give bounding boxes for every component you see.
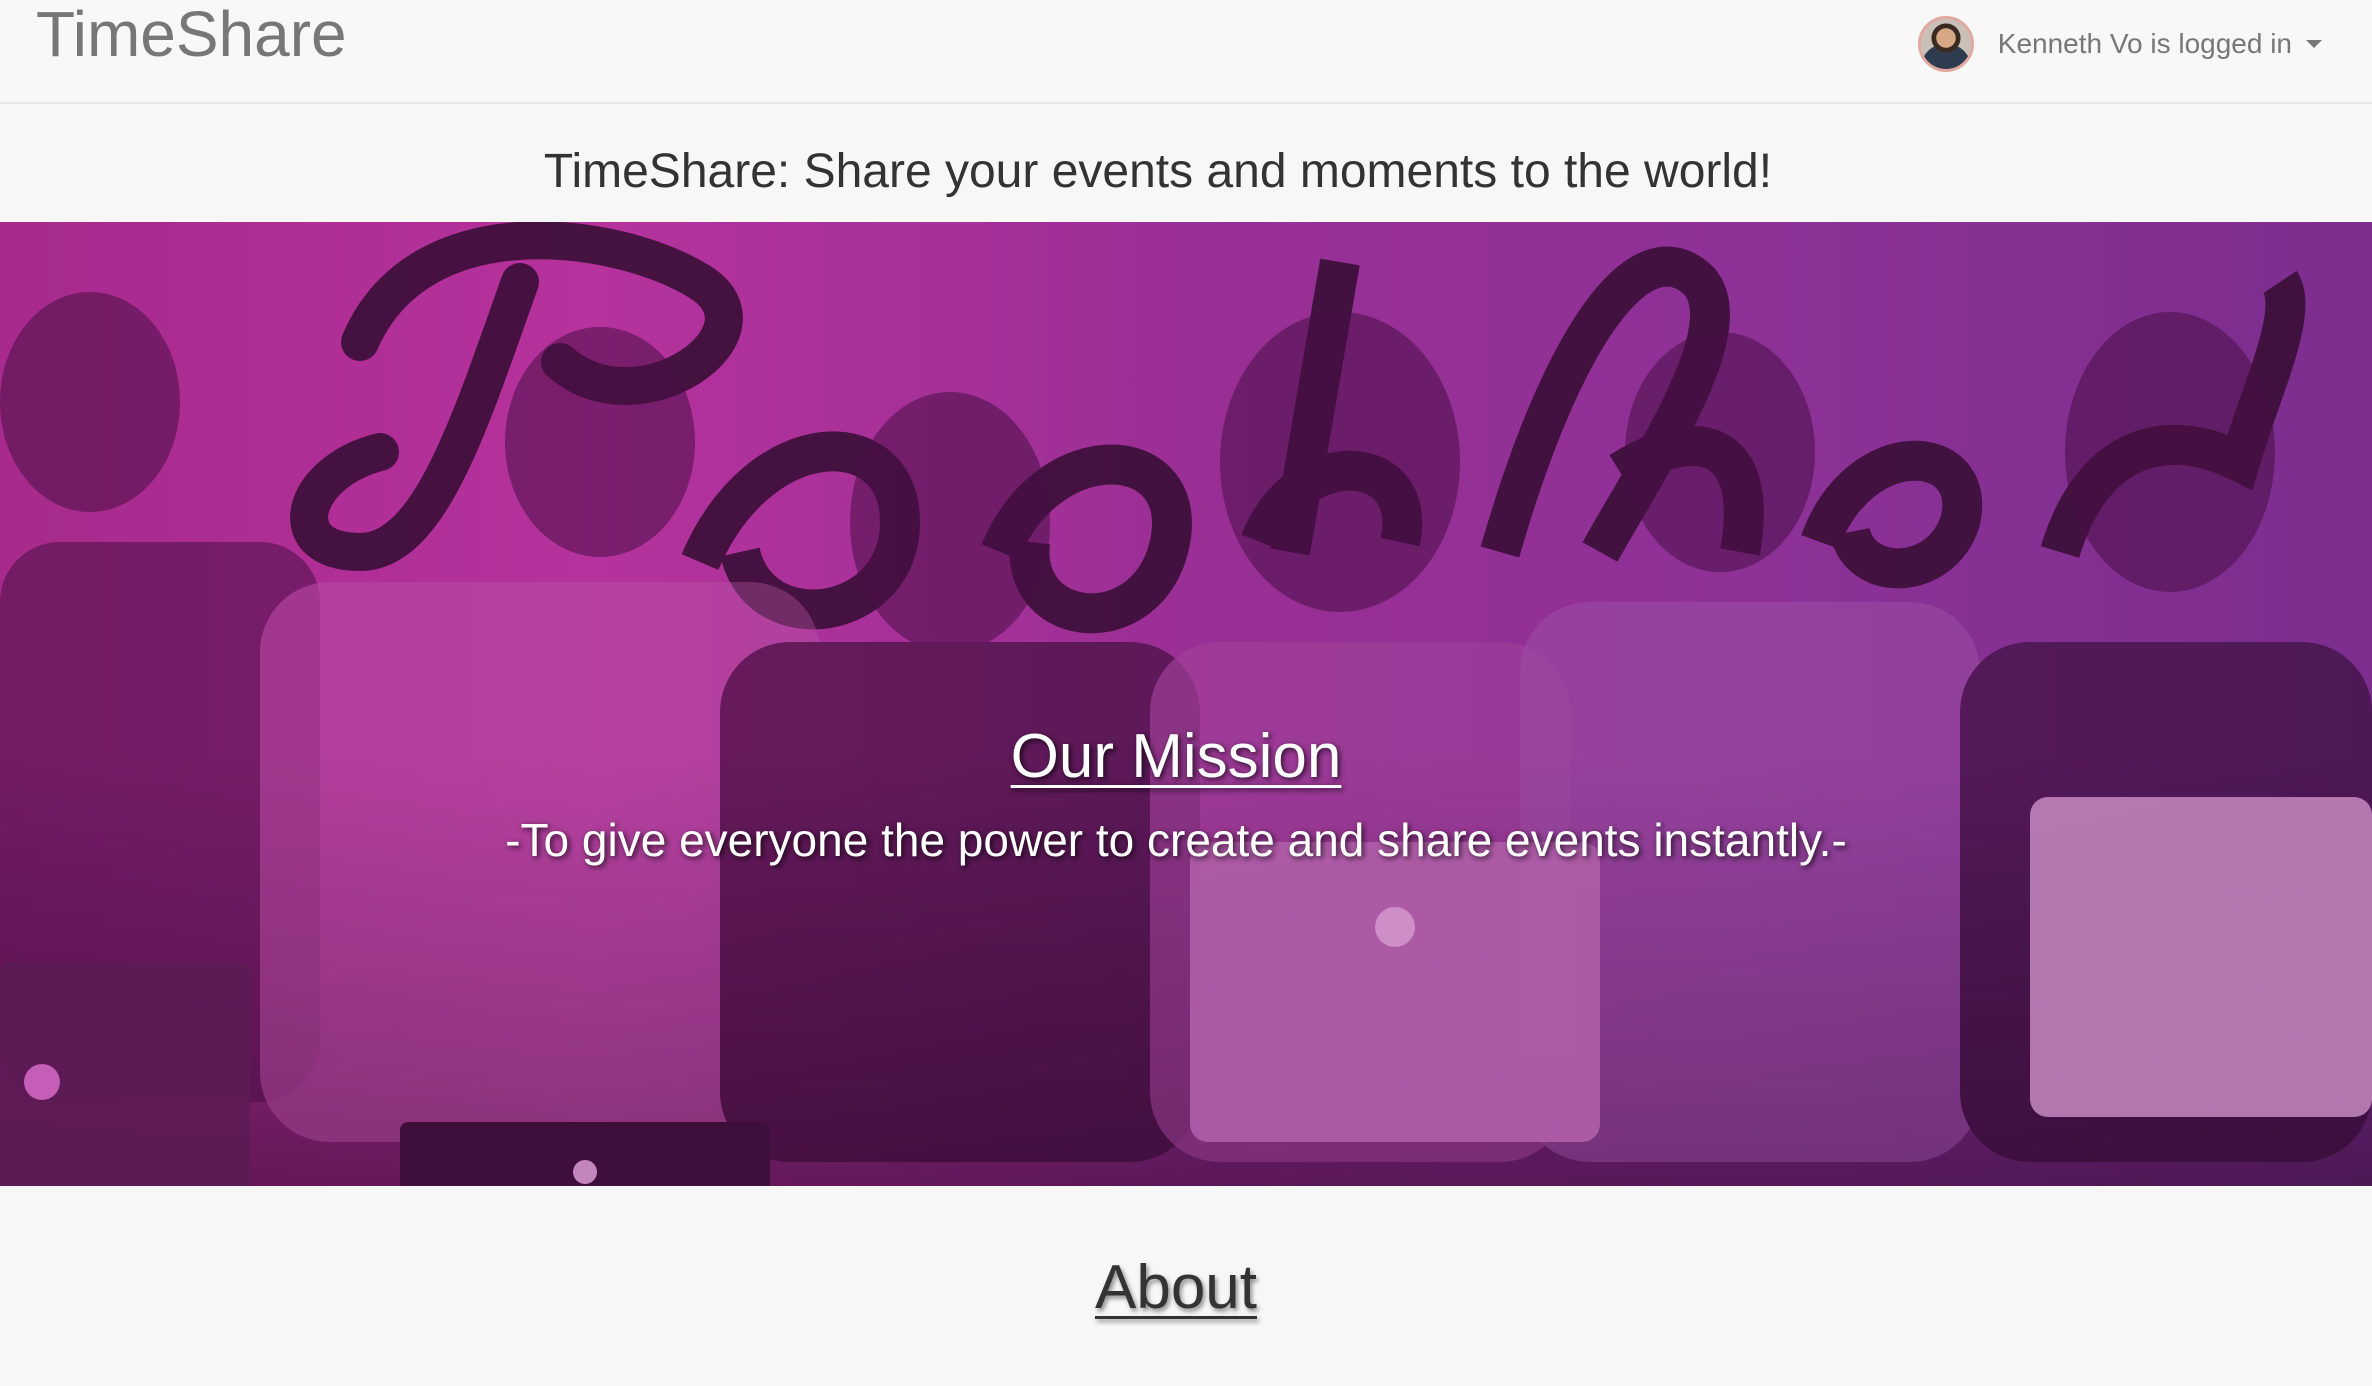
about-heading: About (1094, 1253, 1258, 1322)
caret-down-icon (2306, 40, 2322, 48)
mission-hero-banner: Our Mission -To give everyone the power … (0, 222, 2372, 1186)
mission-statement: -To give everyone the power to create an… (505, 814, 1847, 866)
navbar: TimeShare Kenneth Vo is logged in (0, 0, 2372, 104)
page-tagline: TimeShare: Share your events and moments… (543, 145, 1773, 198)
user-logged-in-label: Kenneth Vo is logged in (1997, 28, 2292, 59)
hero-background-image (0, 222, 2372, 1186)
user-dropdown-toggle[interactable]: Kenneth Vo is logged in (1917, 14, 2322, 74)
user-avatar-icon (1917, 16, 1974, 72)
mission-title: Our Mission (1010, 722, 1342, 791)
brand-link[interactable]: TimeShare (36, 0, 347, 68)
